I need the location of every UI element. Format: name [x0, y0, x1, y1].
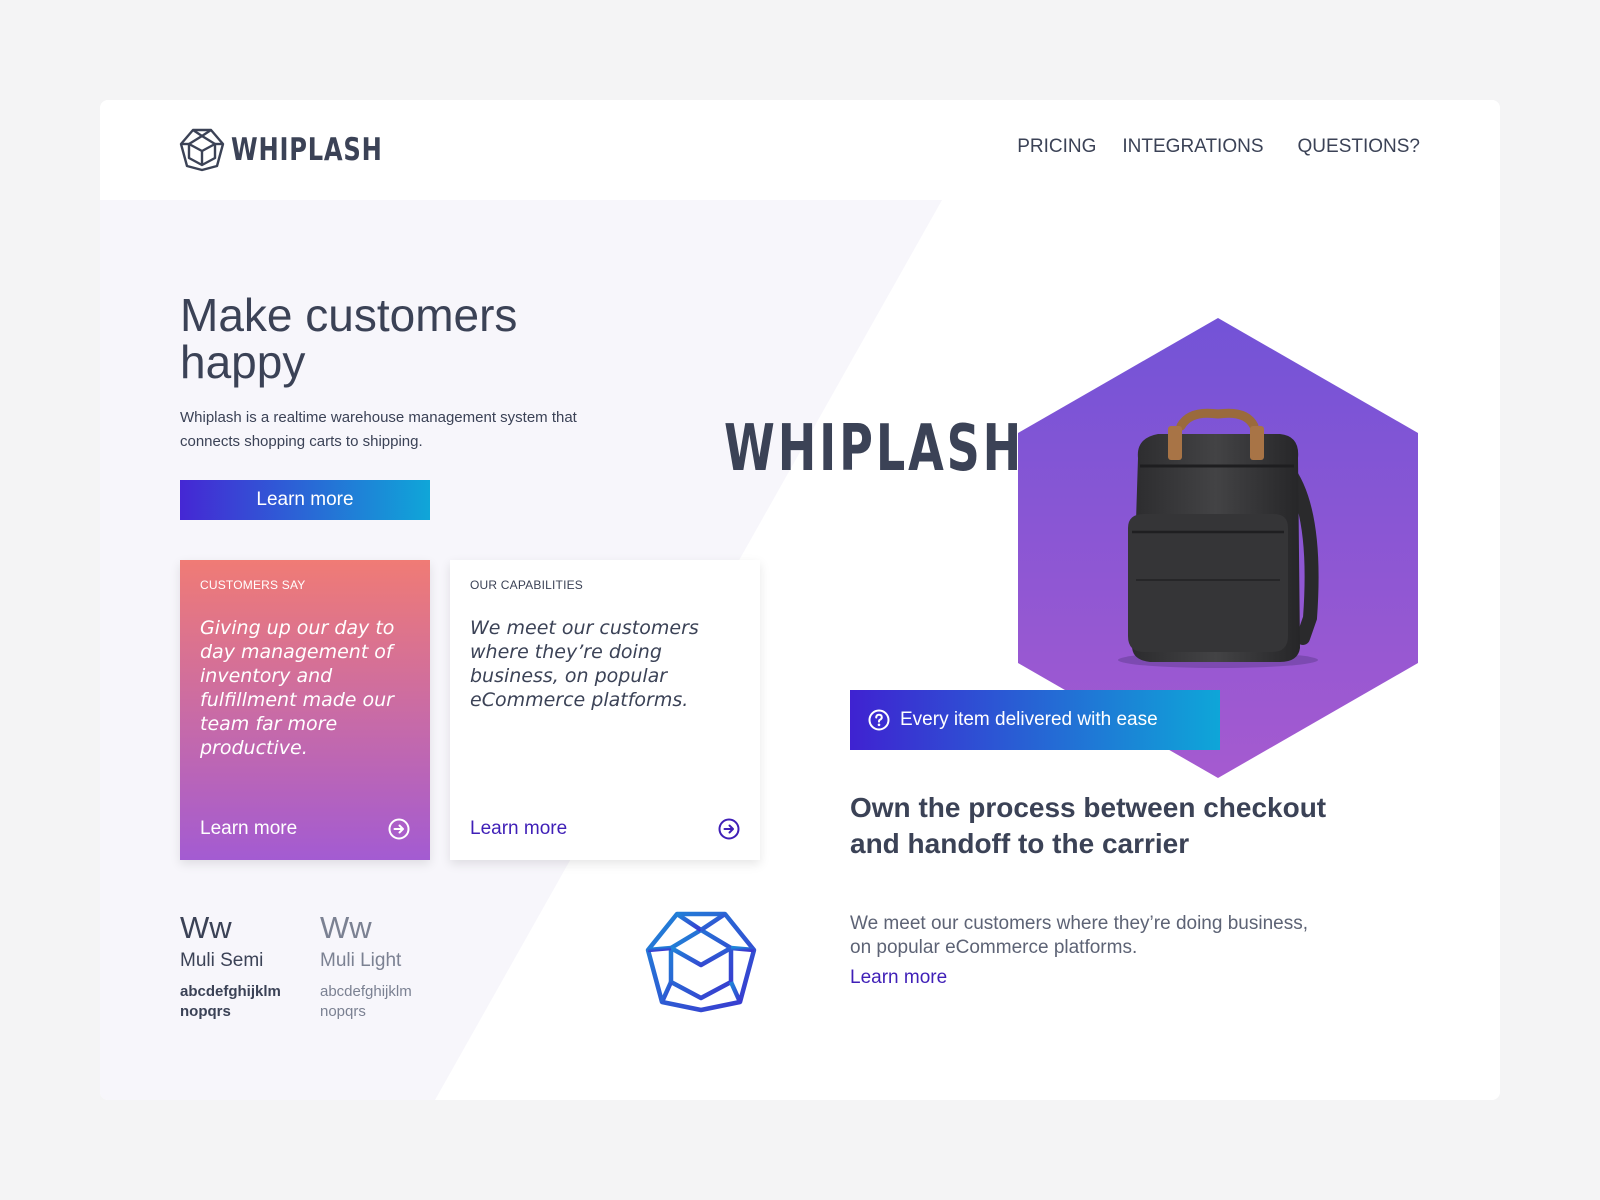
banner-label: Every item delivered with ease — [900, 709, 1158, 730]
card-link-label: Learn more — [470, 818, 568, 839]
delivery-banner[interactable]: Every item delivered with ease — [850, 690, 1220, 750]
type-sample-alphabet: abcdefghijklm nopqrs — [320, 983, 412, 1020]
type-sample-glyphs: Ww — [180, 910, 232, 945]
card-learn-more-link[interactable]: Learn more — [200, 818, 410, 840]
capabilities-card: OUR CAPABILITIES We meet our customers w… — [450, 560, 760, 860]
learn-more-button[interactable]: Learn more — [180, 480, 430, 520]
type-sample-name: Muli Semi — [180, 950, 264, 971]
question-circle-icon — [868, 709, 890, 731]
arrow-circle-right-icon — [388, 818, 410, 840]
hero-title: Make customers happy — [180, 289, 518, 388]
customers-say-card: CUSTOMERS SAY Giving up our day to day m… — [180, 560, 430, 860]
nav-questions[interactable]: QUESTIONS? — [1298, 136, 1420, 158]
type-sample-light: Ww Muli Light abcdefghijklm nopqrs — [320, 910, 440, 1022]
arrow-circle-right-icon — [718, 818, 740, 840]
hexagon-cube-icon — [645, 911, 757, 1013]
hexagon-cube-icon — [179, 128, 225, 172]
card-eyebrow: CUSTOMERS SAY — [200, 578, 306, 592]
section-title: Own the process between checkout and han… — [850, 792, 1327, 859]
nav-pricing[interactable]: PRICING — [1017, 136, 1096, 158]
hero-subtitle: Whiplash is a realtime warehouse managem… — [180, 409, 577, 450]
logo-wordmark: WHIPLASH — [231, 132, 383, 168]
card-quote: Giving up our day to day management of i… — [200, 617, 395, 759]
logo[interactable]: WHIPLASH — [179, 128, 425, 172]
card-quote: We meet our customers where they’re doin… — [470, 617, 699, 711]
page-card: WHIPLASH PRICING INTEGRATIONS QUESTIONS?… — [100, 100, 1500, 1100]
type-sample-semi: Ww Muli Semi abcdefghijklm nopqrs — [180, 910, 300, 1022]
card-link-label: Learn more — [200, 818, 298, 839]
type-sample-alphabet: abcdefghijklm nopqrs — [180, 983, 281, 1020]
wordmark-large: WHIPLASH — [724, 412, 1025, 486]
section-subtitle: We meet our customers where they’re doin… — [850, 913, 1308, 958]
nav-integrations[interactable]: INTEGRATIONS — [1122, 136, 1263, 158]
section-learn-more-link[interactable]: Learn more — [850, 967, 947, 989]
main-content: Make customers happy Whiplash is a realt… — [100, 100, 1500, 1100]
card-eyebrow: OUR CAPABILITIES — [470, 578, 584, 592]
type-sample-glyphs: Ww — [320, 910, 372, 945]
card-learn-more-link[interactable]: Learn more — [470, 818, 740, 840]
top-nav: PRICING INTEGRATIONS QUESTIONS? — [1017, 136, 1420, 158]
header: WHIPLASH PRICING INTEGRATIONS QUESTIONS? — [100, 100, 1500, 200]
type-sample-name: Muli Light — [320, 950, 402, 971]
